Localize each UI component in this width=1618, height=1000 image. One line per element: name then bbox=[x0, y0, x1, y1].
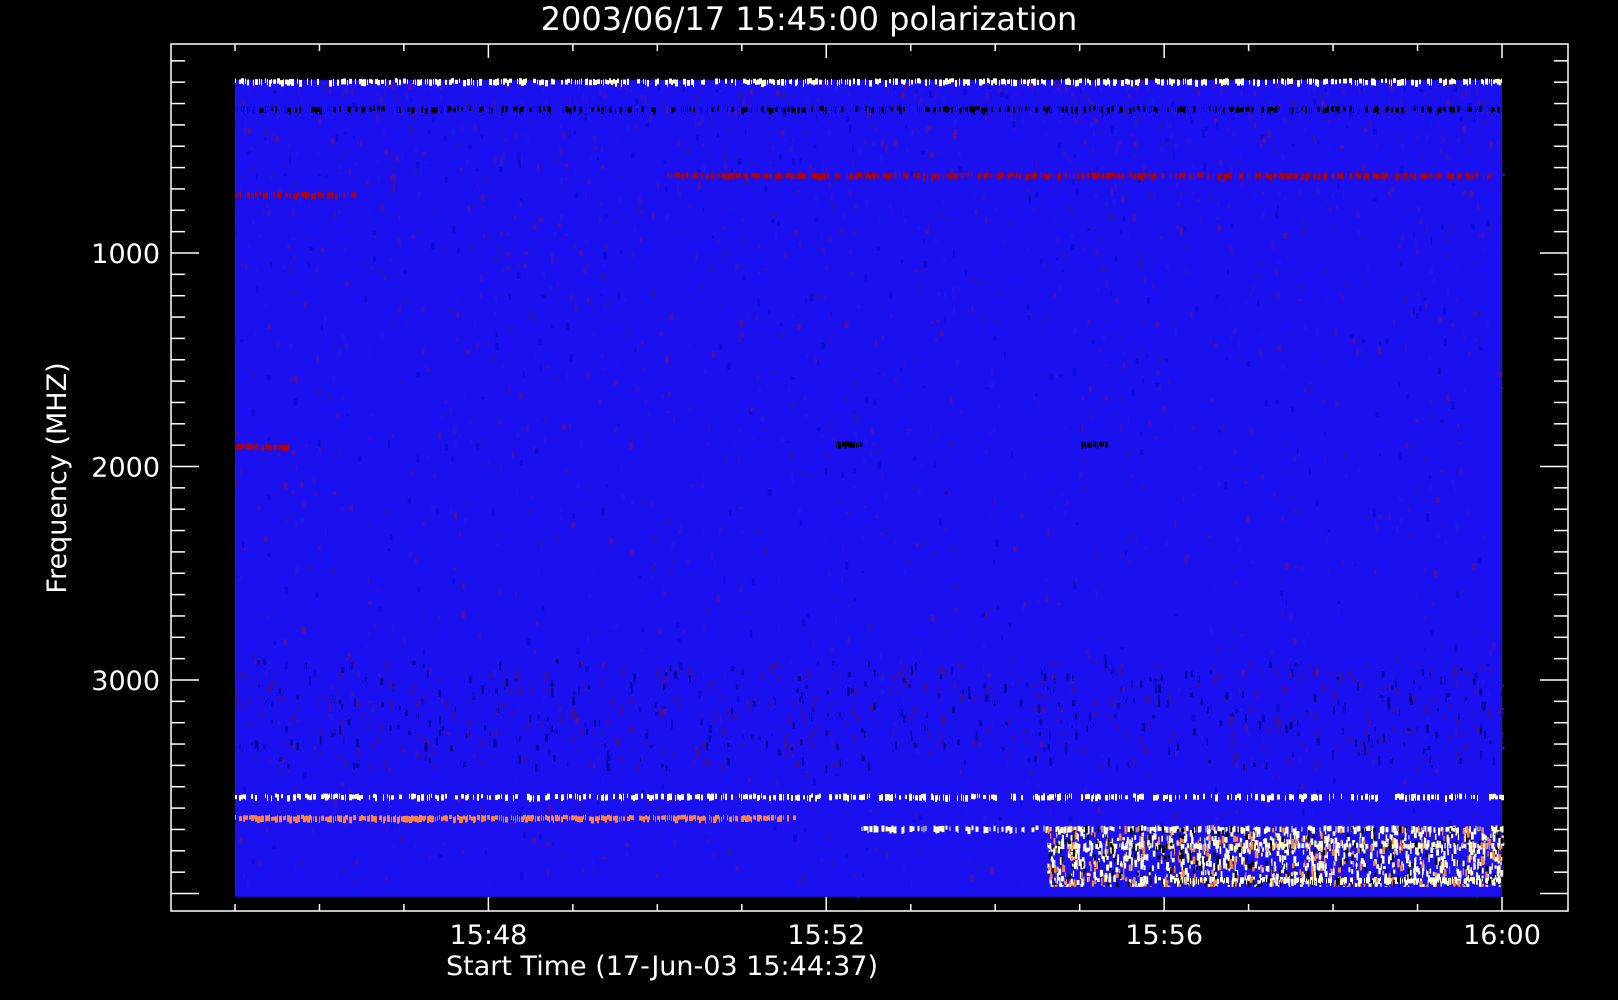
x-axis-label: Start Time (17-Jun-03 15:44:37) bbox=[446, 951, 878, 982]
y-tick-label: 2000 bbox=[91, 453, 160, 484]
x-tick-label: 15:48 bbox=[449, 920, 527, 951]
chart-title: 2003/06/17 15:45:00 polarization bbox=[541, 0, 1078, 38]
y-tick-label: 1000 bbox=[91, 239, 160, 270]
spectrogram-chart: 2003/06/17 15:45:00 polarization 15:48 15… bbox=[42, 0, 1569, 982]
x-tick-label: 15:56 bbox=[1125, 920, 1203, 951]
x-tick-label: 16:00 bbox=[1463, 920, 1541, 951]
heatmap-area bbox=[235, 78, 1505, 899]
x-tick-label: 15:52 bbox=[787, 920, 865, 951]
y-axis-label: Frequency (MHZ) bbox=[42, 362, 73, 593]
y-tick-label: 3000 bbox=[91, 666, 160, 697]
